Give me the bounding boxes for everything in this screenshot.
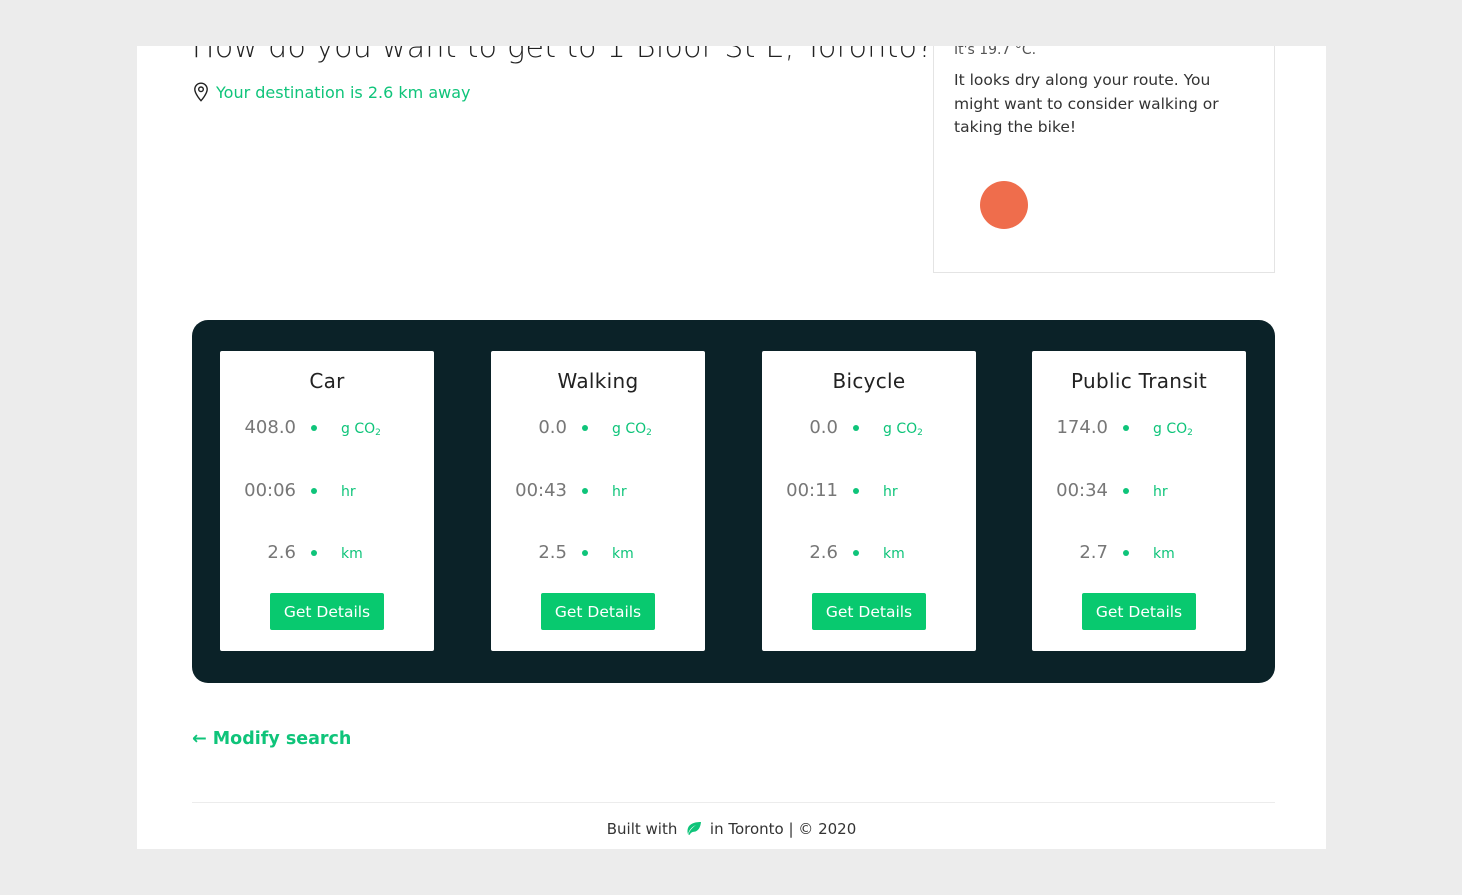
time-stat: 00:11 hr — [762, 480, 976, 502]
get-details-button-bicycle[interactable]: Get Details — [812, 593, 926, 630]
mode-card-bicycle: Bicycle 0.0 g CO2 00:11 hr 2.6 km Get De… — [762, 351, 976, 651]
time-unit: hr — [1153, 484, 1168, 500]
destination-distance: Your destination is 2.6 km away — [193, 82, 470, 102]
distance-stat: 2.6 km — [762, 542, 976, 564]
footer-suffix: in Toronto | © 2020 — [709, 820, 857, 838]
distance-unit: km — [883, 546, 905, 562]
mode-title: Walking — [557, 369, 639, 393]
time-unit: hr — [341, 484, 356, 500]
time-stat: 00:43 hr — [491, 480, 705, 502]
bullet-dot — [1123, 550, 1129, 556]
mode-title: Bicycle — [832, 369, 906, 393]
time-value: 00:11 — [786, 480, 838, 501]
distance-unit: km — [612, 546, 634, 562]
distance-value: 2.6 — [267, 542, 296, 563]
time-stat: 00:06 hr — [220, 480, 434, 502]
weather-temperature: It's 19.7 °C. — [954, 46, 1037, 58]
distance-value: 2.6 — [809, 542, 838, 563]
map-pin-icon — [194, 82, 208, 102]
time-value: 00:06 — [244, 480, 296, 501]
distance-stat: 2.7 km — [1032, 542, 1246, 564]
bullet-dot — [582, 550, 588, 556]
time-value: 00:34 — [1056, 480, 1108, 501]
co2-value: 0.0 — [538, 417, 567, 438]
co2-value: 408.0 — [244, 417, 296, 438]
footer-prefix: Built with — [606, 820, 678, 838]
get-details-button-public-transit[interactable]: Get Details — [1082, 593, 1196, 630]
transport-options-panel: Car 408.0 g CO2 00:06 hr 2.6 km Get Deta… — [192, 320, 1275, 683]
co2-unit: g CO2 — [883, 421, 923, 438]
footer: Built with in Toronto | © 2020 — [137, 820, 1326, 838]
time-stat: 00:34 hr — [1032, 480, 1246, 502]
bullet-dot — [582, 488, 588, 494]
distance-value: 2.5 — [538, 542, 567, 563]
bullet-dot — [311, 550, 317, 556]
distance-unit: km — [341, 546, 363, 562]
co2-stat: 408.0 g CO2 — [220, 417, 434, 439]
footer-divider — [192, 802, 1275, 803]
mode-card-car: Car 408.0 g CO2 00:06 hr 2.6 km Get Deta… — [220, 351, 434, 651]
time-unit: hr — [883, 484, 898, 500]
mode-card-public-transit: Public Transit 174.0 g CO2 00:34 hr 2.7 … — [1032, 351, 1246, 651]
distance-stat: 2.5 km — [491, 542, 705, 564]
leaf-icon — [687, 822, 702, 835]
modify-search-link[interactable]: ← Modify search — [192, 729, 351, 749]
co2-stat: 174.0 g CO2 — [1032, 417, 1246, 439]
mode-title: Public Transit — [1071, 369, 1207, 393]
distance-value: 2.7 — [1079, 542, 1108, 563]
bullet-dot — [1123, 425, 1129, 431]
page: How do you want to get to 1 Bloor St E, … — [137, 46, 1326, 849]
bullet-dot — [582, 425, 588, 431]
co2-value: 174.0 — [1056, 417, 1108, 438]
bullet-dot — [853, 550, 859, 556]
weather-advice: It looks dry along your route. You might… — [954, 71, 1219, 136]
get-details-button-walking[interactable]: Get Details — [541, 593, 655, 630]
time-unit: hr — [612, 484, 627, 500]
weather-card: It's 19.7 °C. It looks dry along your ro… — [933, 46, 1275, 273]
bullet-dot — [853, 425, 859, 431]
co2-unit: g CO2 — [341, 421, 381, 438]
co2-unit: g CO2 — [612, 421, 652, 438]
bullet-dot — [311, 488, 317, 494]
page-title: How do you want to get to 1 Bloor St E, … — [192, 46, 934, 65]
mode-card-walking: Walking 0.0 g CO2 00:43 hr 2.5 km Get De… — [491, 351, 705, 651]
bullet-dot — [853, 488, 859, 494]
co2-unit: g CO2 — [1153, 421, 1193, 438]
distance-unit: km — [1153, 546, 1175, 562]
bullet-dot — [311, 425, 317, 431]
co2-value: 0.0 — [809, 417, 838, 438]
bullet-dot — [1123, 488, 1129, 494]
mode-title: Car — [309, 369, 345, 393]
distance-stat: 2.6 km — [220, 542, 434, 564]
weather-indicator — [980, 181, 1028, 229]
get-details-button-car[interactable]: Get Details — [270, 593, 384, 630]
time-value: 00:43 — [515, 480, 567, 501]
co2-stat: 0.0 g CO2 — [762, 417, 976, 439]
distance-text: Your destination is 2.6 km away — [216, 82, 471, 102]
co2-stat: 0.0 g CO2 — [491, 417, 705, 439]
